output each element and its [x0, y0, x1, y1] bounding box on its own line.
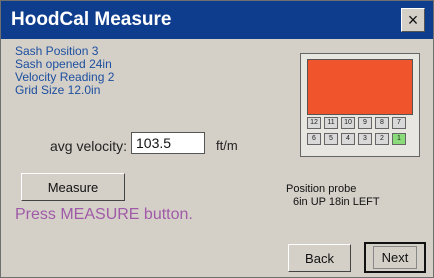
grid-cell-4[interactable]: 4	[341, 133, 355, 145]
grid-row-top: 12 11 10 9 8 7	[307, 117, 413, 129]
grid-cell-9[interactable]: 9	[358, 117, 372, 129]
grid-cell-6[interactable]: 6	[307, 133, 321, 145]
close-icon: ×	[407, 10, 419, 30]
window-title: HoodCal Measure	[11, 9, 172, 30]
grid-cell-10[interactable]: 10	[341, 117, 355, 129]
probe-instructions: Position probe 6in UP 18in LEFT	[286, 183, 380, 209]
velocity-heat-indicator	[307, 59, 413, 115]
probe-grid-panel: 12 11 10 9 8 7 6 5 4 3 2 1	[300, 53, 420, 157]
status-message: Press MEASURE button.	[15, 206, 193, 223]
close-button[interactable]: ×	[401, 8, 425, 32]
back-button[interactable]: Back	[288, 244, 351, 272]
velocity-unit-label: ft/m	[216, 138, 238, 153]
probe-line-2: 6in UP 18in LEFT	[293, 196, 380, 208]
grid-cell-8[interactable]: 8	[375, 117, 389, 129]
avg-velocity-input[interactable]	[131, 132, 205, 154]
grid-cell-12[interactable]: 12	[307, 117, 321, 129]
title-bar: HoodCal Measure ×	[1, 1, 433, 39]
avg-velocity-label: avg velocity:	[50, 138, 128, 154]
measure-button[interactable]: Measure	[21, 173, 125, 201]
grid-row-bottom: 6 5 4 3 2 1	[307, 133, 413, 145]
measurement-info: Sash Position 3 Sash opened 24in Velocit…	[15, 45, 114, 97]
grid-size-text: Grid Size 12.0in	[15, 83, 101, 97]
grid-cell-1[interactable]: 1	[392, 133, 406, 145]
grid-cell-7[interactable]: 7	[392, 117, 406, 129]
hoodcal-window: HoodCal Measure × Sash Position 3 Sash o…	[0, 0, 434, 278]
grid-cell-3[interactable]: 3	[358, 133, 372, 145]
grid-cell-5[interactable]: 5	[324, 133, 338, 145]
grid-cell-2[interactable]: 2	[375, 133, 389, 145]
probe-line-1: Position probe	[286, 183, 357, 195]
next-button[interactable]: Next	[364, 242, 426, 273]
next-button-label: Next	[373, 246, 417, 269]
grid-cells: 12 11 10 9 8 7 6 5 4 3 2 1	[307, 117, 413, 149]
grid-cell-11[interactable]: 11	[324, 117, 338, 129]
